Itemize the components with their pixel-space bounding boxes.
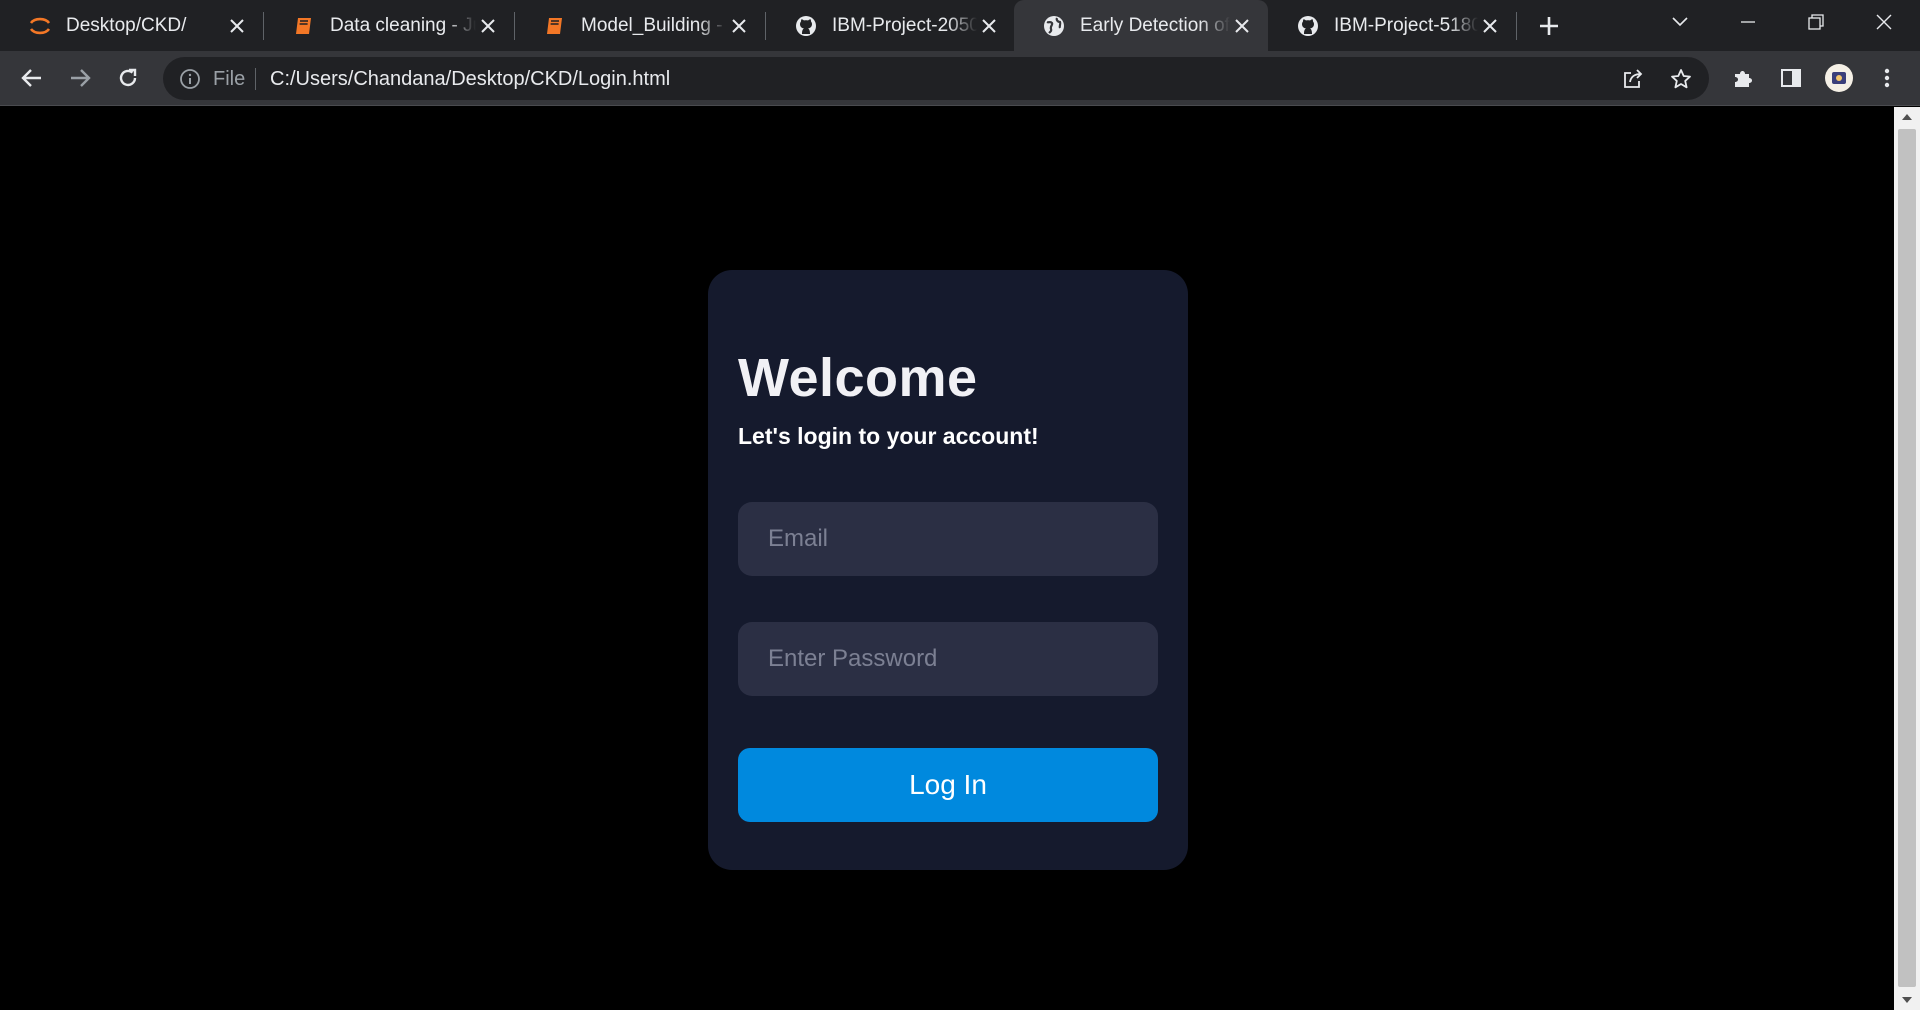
close-icon[interactable] xyxy=(476,14,500,38)
login-card: Welcome Let's login to your account! Log… xyxy=(708,270,1188,870)
tab-model-building[interactable]: Model_Building - Jupyter xyxy=(515,0,765,51)
tab-desktop-ckd[interactable]: Desktop/CKD/ xyxy=(0,0,263,51)
tab-divider xyxy=(1516,12,1517,40)
arrow-left-icon xyxy=(21,69,41,87)
back-button[interactable] xyxy=(15,61,49,95)
new-tab-button[interactable] xyxy=(1534,11,1564,41)
scheme-label: File xyxy=(213,68,246,90)
close-icon[interactable] xyxy=(1478,14,1502,38)
bookmark-star-icon[interactable] xyxy=(1668,66,1694,92)
tab-title: Early Detection of CKD xyxy=(1080,14,1230,36)
page-viewport: Welcome Let's login to your account! Log… xyxy=(0,107,1894,1010)
close-icon[interactable] xyxy=(977,14,1001,38)
tab-ibm-project-2050[interactable]: IBM-Project-2050-1 xyxy=(766,0,1015,51)
scrollbar-thumb[interactable] xyxy=(1898,129,1916,987)
restore-button[interactable] xyxy=(1788,0,1844,44)
close-icon[interactable] xyxy=(1230,14,1254,38)
minimize-button[interactable] xyxy=(1720,0,1776,44)
browser-toolbar: File C:/Users/Chandana/Desktop/CKD/Login… xyxy=(0,51,1920,106)
avatar xyxy=(1825,64,1853,92)
login-button[interactable]: Log In xyxy=(738,748,1158,822)
tab-title: IBM-Project-5180-1 xyxy=(1334,14,1478,36)
close-icon[interactable] xyxy=(225,14,249,38)
login-subtitle: Let's login to your account! xyxy=(738,423,1039,449)
email-field[interactable] xyxy=(738,502,1158,576)
password-field[interactable] xyxy=(738,622,1158,696)
github-icon xyxy=(1296,14,1320,38)
globe-icon xyxy=(1042,14,1066,38)
minimize-icon xyxy=(1741,21,1755,23)
menu-button[interactable] xyxy=(1870,61,1904,95)
profile-button[interactable] xyxy=(1822,61,1856,95)
close-window-button[interactable] xyxy=(1856,0,1912,44)
github-icon xyxy=(794,14,818,38)
browser-window: Desktop/CKD/ Data cleaning - Jupyter Mod… xyxy=(0,0,1920,1010)
tab-search-button[interactable] xyxy=(1652,0,1708,44)
tab-title: Model_Building - Jupyter xyxy=(581,14,727,36)
tab-title: Data cleaning - Jupyter xyxy=(330,14,476,36)
side-panel-icon xyxy=(1781,69,1801,87)
close-icon xyxy=(1876,14,1892,30)
extensions-button[interactable] xyxy=(1726,61,1760,95)
puzzle-icon xyxy=(1735,71,1752,87)
close-icon[interactable] xyxy=(727,14,751,38)
page-title: Welcome xyxy=(738,348,978,408)
scroll-down-arrow-icon[interactable] xyxy=(1894,990,1920,1010)
vertical-scrollbar[interactable] xyxy=(1894,107,1920,1010)
tab-strip: Desktop/CKD/ Data cleaning - Jupyter Mod… xyxy=(0,0,1920,51)
info-icon[interactable] xyxy=(179,68,201,90)
reload-button[interactable] xyxy=(111,61,145,95)
restore-icon xyxy=(1808,14,1824,30)
tab-ibm-project-5180[interactable]: IBM-Project-5180-1 xyxy=(1268,0,1516,51)
tab-title: Desktop/CKD/ xyxy=(66,14,187,36)
share-icon[interactable] xyxy=(1620,66,1646,92)
tab-title: IBM-Project-2050-1 xyxy=(832,14,977,36)
scroll-up-arrow-icon[interactable] xyxy=(1894,107,1920,127)
address-divider xyxy=(255,68,256,90)
arrow-right-icon xyxy=(71,69,91,87)
notebook-icon xyxy=(292,14,316,38)
url-text[interactable]: C:/Users/Chandana/Desktop/CKD/Login.html xyxy=(270,68,670,91)
kebab-menu-icon xyxy=(1884,68,1890,88)
tab-early-detection[interactable]: Early Detection of CKD xyxy=(1014,0,1268,51)
tab-data-cleaning[interactable]: Data cleaning - Jupyter xyxy=(264,0,514,51)
address-bar[interactable]: File C:/Users/Chandana/Desktop/CKD/Login… xyxy=(163,57,1709,100)
chevron-down-icon xyxy=(1672,17,1688,27)
forward-button[interactable] xyxy=(63,61,97,95)
reload-icon xyxy=(119,68,137,87)
plus-icon xyxy=(1540,17,1558,35)
jupyter-icon xyxy=(28,14,52,38)
notebook-icon xyxy=(543,14,567,38)
side-panel-button[interactable] xyxy=(1774,61,1808,95)
